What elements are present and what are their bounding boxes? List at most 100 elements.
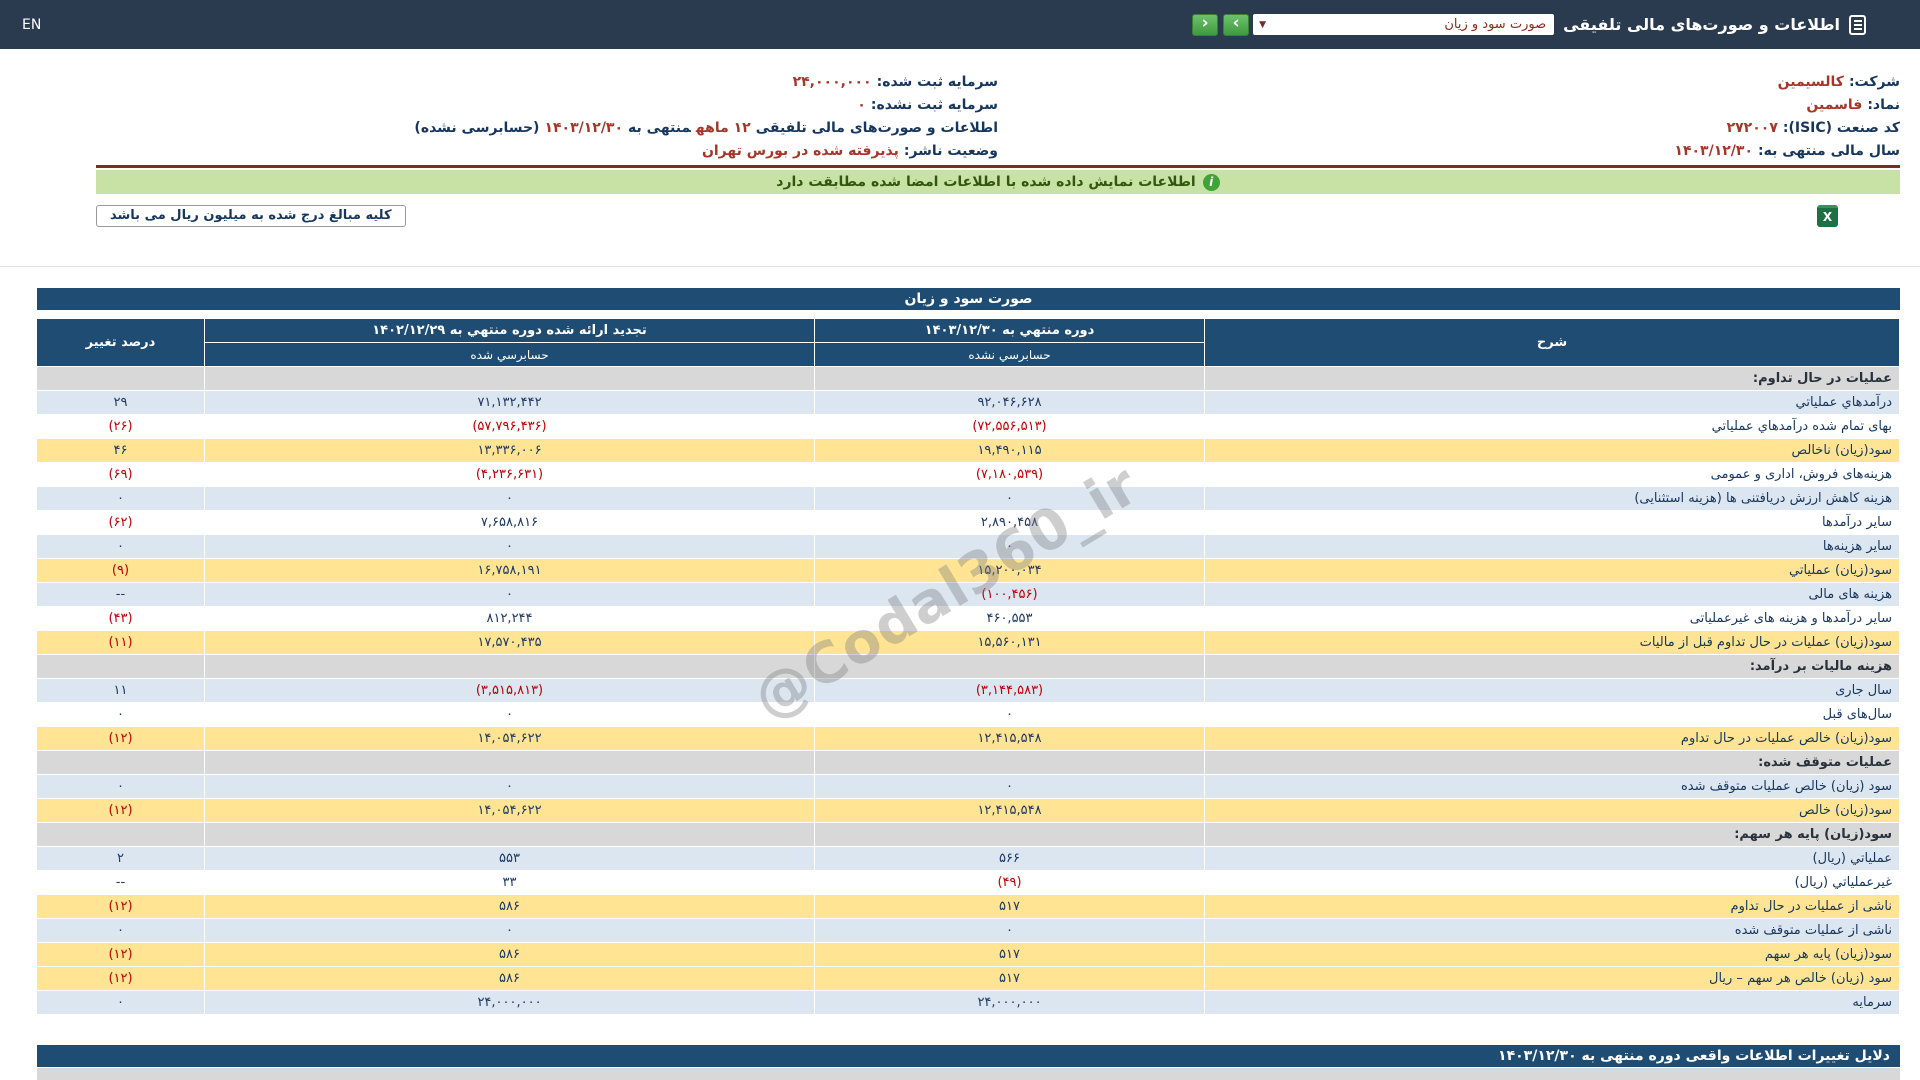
value-current-period: (۷۲,۵۵۶,۵۱۳) xyxy=(815,415,1204,438)
data-row: سود (زیان) خالص عملیات متوقف شده ۰ ۰ ۰ xyxy=(37,775,1899,798)
value-pct-change xyxy=(37,655,204,678)
info-field-label: سرمایه ثبت شده: xyxy=(876,74,998,90)
data-row: سود(زيان) عمليات در حال تداوم قبل از مال… xyxy=(37,631,1899,654)
info-field-label: سال مالی منتهی به: xyxy=(1758,143,1900,159)
value-current-period: ۲,۸۹۰,۴۵۸ xyxy=(815,511,1204,534)
value-current-period: ۱۲,۴۱۵,۵۴۸ xyxy=(815,727,1204,750)
info-row: کد صنعت (ISIC):۲۷۲۰۰۷ xyxy=(998,117,1900,140)
row-label: سود(زیان) پایه هر سهم: xyxy=(1205,823,1899,846)
value-pct-change: (۱۲) xyxy=(37,943,204,966)
info-row: سرمایه ثبت نشده:۰ xyxy=(96,94,998,117)
section-row: عملیات متوقف شده: xyxy=(37,751,1899,774)
data-row: سرمایه ۲۴,۰۰۰,۰۰۰ ۲۴,۰۰۰,۰۰۰ ۰ xyxy=(37,991,1899,1014)
company-info-section: شرکت:کالسیمین نماد:فاسمین کد صنعت (ISIC):۲… xyxy=(96,71,1900,163)
data-row: ناشی از عملیات متوقف شده ۰ ۰ ۰ xyxy=(37,919,1899,942)
value-pct-change: ۰ xyxy=(37,487,204,510)
next-statement-button[interactable]: › xyxy=(1223,13,1250,36)
prev-statement-button[interactable]: ‹ xyxy=(1192,13,1219,36)
info-field-label: وضعیت ناشر: xyxy=(903,143,998,159)
excel-export-icon[interactable]: X xyxy=(1817,204,1838,227)
value-current-period: ۵۱۷ xyxy=(815,967,1204,990)
row-label: ناشی از عملیات متوقف شده xyxy=(1205,919,1899,942)
data-row: غیرعملیاتي (ريال) (۴۹) ۳۳ -- xyxy=(37,871,1899,894)
info-field-value: ۲۷۲۰۰۷ xyxy=(1726,120,1778,136)
value-restated-period: ۱۳,۳۳۶,۰۰۶ xyxy=(205,439,814,462)
row-label: هزینه کاهش ارزش دریافتنی ها (هزینه استثن… xyxy=(1205,487,1899,510)
data-row: درآمدهاي عملياتي ۹۲,۰۴۶,۶۲۸ ۷۱,۱۳۲,۴۴۲ ۲۹ xyxy=(37,391,1899,414)
language-switch-en[interactable]: EN xyxy=(22,17,41,33)
row-label: سود(زيان) خالص عمليات در حال تداوم xyxy=(1205,727,1899,750)
table-header-row: شرح دوره منتهي به ۱۴۰۳/۱۲/۳۰ تجدید ارائه… xyxy=(37,319,1899,366)
statement-select[interactable]: صورت سود و زیان ▼ xyxy=(1253,14,1555,35)
row-label: سرمایه xyxy=(1205,991,1899,1014)
data-row: سود(زيان) عملياتي ۱۵,۲۰۰,۰۳۴ ۱۶,۷۵۸,۱۹۱ (۹) xyxy=(37,559,1899,582)
value-pct-change: ۰ xyxy=(37,991,204,1014)
data-row: سایر هزینه‌ها ۰ ۰ ۰ xyxy=(37,535,1899,558)
value-restated-period: ۰ xyxy=(205,535,814,558)
row-label: سال‌های قبل xyxy=(1205,703,1899,726)
value-pct-change: (۴۳) xyxy=(37,607,204,630)
row-label: سایر درآمدها و هزینه های غیرعملیاتی xyxy=(1205,607,1899,630)
info-field-label: سرمایه ثبت نشده: xyxy=(870,97,998,113)
row-label: سایر درآمدها xyxy=(1205,511,1899,534)
info-field-value: ۰ xyxy=(857,97,866,113)
value-restated-period xyxy=(205,751,814,774)
row-label: سود(زيان) عملياتي xyxy=(1205,559,1899,582)
value-current-period: ۱۹,۴۹۰,۱۱۵ xyxy=(815,439,1204,462)
changes-reasons-table-row xyxy=(37,1068,1900,1080)
value-current-period: ۰ xyxy=(815,775,1204,798)
row-label: ناشی از عملیات در حال تداوم xyxy=(1205,895,1899,918)
value-pct-change: ۲ xyxy=(37,847,204,870)
col-header-pct-change: درصد تغییر xyxy=(37,319,204,366)
value-restated-period: ۵۸۶ xyxy=(205,943,814,966)
info-field-label: کد صنعت (ISIC): xyxy=(1782,120,1900,136)
value-restated-period: ۵۸۶ xyxy=(205,895,814,918)
value-current-period: ۵۱۷ xyxy=(815,943,1204,966)
info-field-label: منتهی به xyxy=(628,120,691,136)
value-restated-period: ۰ xyxy=(205,919,814,942)
data-row: سود(زيان) پايه هر سهم ۵۱۷ ۵۸۶ (۱۲) xyxy=(37,943,1899,966)
page: { "topbar": { "en_label": "EN", "title":… xyxy=(0,0,1920,1080)
value-pct-change: (۶۲) xyxy=(37,511,204,534)
info-field-value: ۲۴,۰۰۰,۰۰۰ xyxy=(792,74,872,90)
value-pct-change: -- xyxy=(37,871,204,894)
value-restated-period: ۱۴,۰۵۴,۶۲۲ xyxy=(205,799,814,822)
info-row: اطلاعات و صورت‌های مالی تلفیقی۱۲ ماههمنت… xyxy=(96,117,998,140)
value-restated-period: ۸۱۲,۲۴۴ xyxy=(205,607,814,630)
value-current-period xyxy=(815,823,1204,846)
page-title: اطلاعات و صورت‌های مالی تلفیقی xyxy=(1563,15,1840,34)
value-pct-change: (۱۱) xyxy=(37,631,204,654)
value-restated-period: ۰ xyxy=(205,703,814,726)
value-current-period: (۴۹) xyxy=(815,871,1204,894)
value-restated-period: (۳,۵۱۵,۸۱۳) xyxy=(205,679,814,702)
pl-statement-section: صورت سود و زیان شرح دوره منتهي به ۱۴۰۳/۱… xyxy=(37,288,1900,1080)
value-restated-period: (۴,۲۳۶,۶۳۱) xyxy=(205,463,814,486)
value-pct-change xyxy=(37,751,204,774)
info-field-value: ۱۲ ماهه xyxy=(695,120,751,136)
value-current-period: ۱۵,۲۰۰,۰۳۴ xyxy=(815,559,1204,582)
data-row: عملياتي (ريال) ۵۶۶ ۵۵۳ ۲ xyxy=(37,847,1899,870)
col-header-current-period: دوره منتهي به ۱۴۰۳/۱۲/۳۰ xyxy=(815,319,1204,342)
value-current-period: (۳,۱۴۴,۵۸۳) xyxy=(815,679,1204,702)
info-circle-icon: i xyxy=(1202,173,1220,191)
value-current-period: ۰ xyxy=(815,487,1204,510)
value-restated-period: ۱۴,۰۵۴,۶۲۲ xyxy=(205,727,814,750)
data-row: سود(زيان) خالص عمليات در حال تداوم ۱۲,۴۱۵… xyxy=(37,727,1899,750)
value-current-period: (۷,۱۸۰,۵۳۹) xyxy=(815,463,1204,486)
pl-table-title: صورت سود و زیان xyxy=(37,288,1900,310)
value-pct-change: (۱۲) xyxy=(37,727,204,750)
section-row: سود(زیان) پایه هر سهم: xyxy=(37,823,1899,846)
info-field-value: کالسیمین xyxy=(1777,74,1844,90)
value-current-period: ۱۲,۴۱۵,۵۴۸ xyxy=(815,799,1204,822)
info-field-label: (حسابرسی نشده) xyxy=(414,120,540,136)
data-row: هزينه‌هاى فروش، ادارى و عمومى (۷,۱۸۰,۵۳۹)… xyxy=(37,463,1899,486)
value-restated-period: ۱۷,۵۷۰,۴۳۵ xyxy=(205,631,814,654)
value-pct-change: (۹) xyxy=(37,559,204,582)
value-current-period: ۰ xyxy=(815,535,1204,558)
data-row: سال جاری (۳,۱۴۴,۵۸۳) (۳,۵۱۵,۸۱۳) ۱۱ xyxy=(37,679,1899,702)
value-current-period: ۲۴,۰۰۰,۰۰۰ xyxy=(815,991,1204,1014)
statement-select-value: صورت سود و زیان xyxy=(1444,17,1547,32)
row-label: هزينه‌هاى فروش، ادارى و عمومى xyxy=(1205,463,1899,486)
info-field-value: فاسمین xyxy=(1806,97,1863,113)
value-pct-change: (۶۹) xyxy=(37,463,204,486)
